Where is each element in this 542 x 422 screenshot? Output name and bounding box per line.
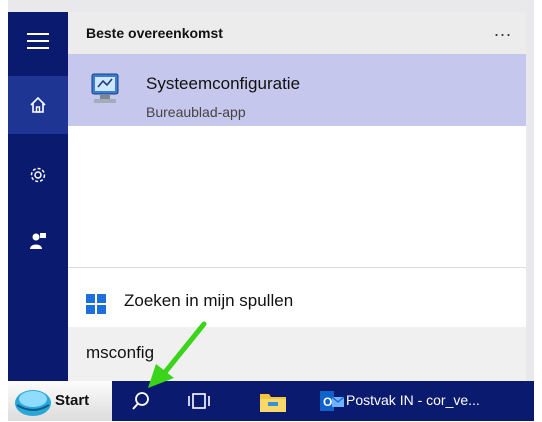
outlook-taskbar-label: Postvak IN - cor_ve... [346,392,480,408]
best-match-result[interactable]: Systeemconfiguratie Bureaublad-app [68,54,526,126]
hamburger-menu-icon [27,33,49,49]
annotation-arrow [148,321,207,388]
feedback-icon [30,233,46,249]
search-input[interactable]: msconfig [68,327,526,381]
start-label: Start [55,392,90,409]
divider [68,267,526,268]
svg-text:O: O [323,395,332,409]
cortana-side-rail [8,12,68,381]
system-config-icon [88,72,122,111]
gear-icon [30,167,46,183]
windows-logo-icon [86,294,106,319]
best-match-subtitle: Bureaublad-app [146,104,246,120]
feedback-button[interactable] [8,212,68,270]
taskbar: Start O Postvak IN - cor_ve... [8,381,534,421]
menu-button[interactable] [8,12,68,70]
start-button[interactable]: Start [8,381,112,421]
search-my-stuff-label: Zoeken in mijn spullen [124,291,294,310]
start-orb-icon [14,387,52,422]
home-icon [30,96,46,113]
outlook-taskbar-item[interactable]: O Postvak IN - cor_ve... [316,381,522,421]
file-explorer-icon [260,394,286,412]
outlook-icon: O [320,389,345,418]
settings-button[interactable] [8,146,68,204]
search-my-stuff[interactable]: Zoeken in mijn spullen [68,280,526,326]
best-match-heading: Beste overeenkomst [86,25,223,41]
search-results-panel: Beste overeenkomst ... Systeemconfigurat… [68,12,526,381]
more-options-button[interactable]: ... [494,20,512,41]
file-explorer-button[interactable] [256,385,290,417]
search-icon [132,392,149,410]
results-header: Beste overeenkomst ... [68,12,526,54]
task-view-icon [188,393,210,409]
best-match-name: Systeemconfiguratie [146,74,301,93]
home-button[interactable] [8,76,68,134]
